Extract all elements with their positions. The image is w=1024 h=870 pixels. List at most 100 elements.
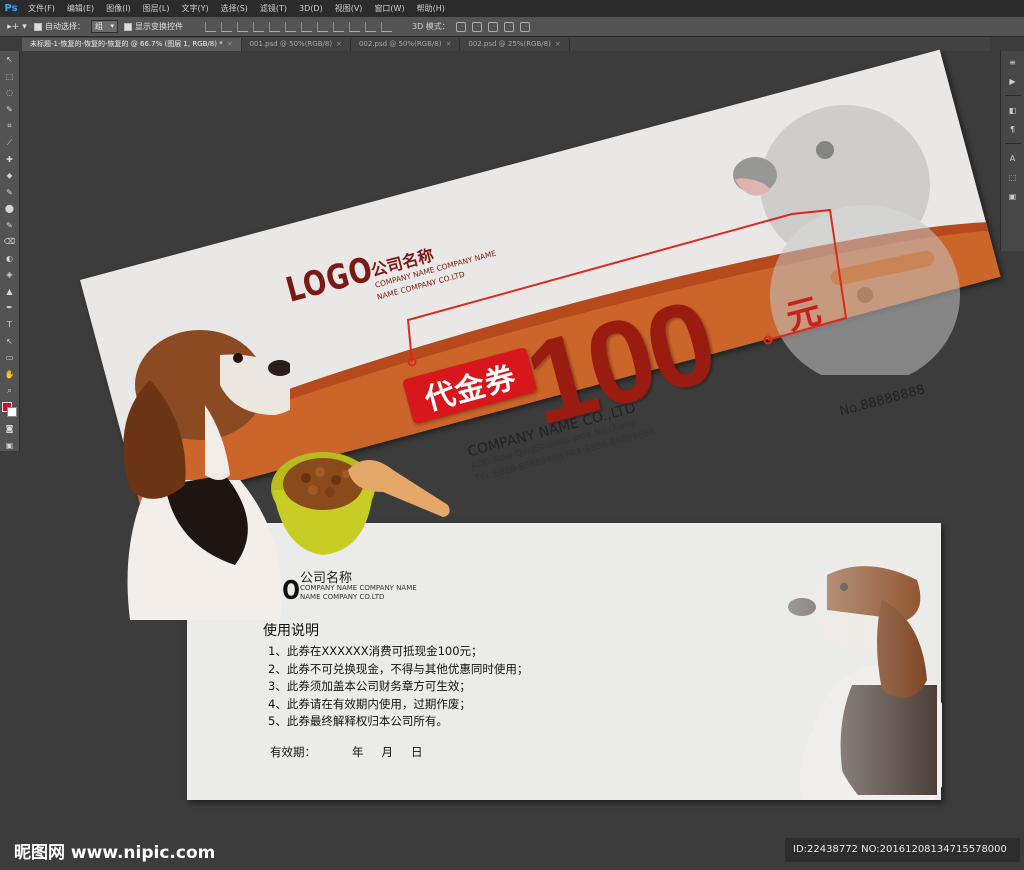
menu-view[interactable]: 视图(V) [329,3,369,14]
auto-select-label: 自动选择： [45,22,85,31]
distribute-bottom-icon[interactable] [333,21,344,32]
tab-document-2[interactable]: 001.psd @ 50%(RGB/8) × [242,38,351,51]
show-transform-checkbox[interactable]: 显示变换控件 [124,21,183,32]
tab-document-4[interactable]: 002.psd @ 25%(RGB/8) × [460,38,570,51]
validity-year: 年 [352,745,364,759]
menu-edit[interactable]: 编辑(E) [61,3,100,14]
quick-mask-icon[interactable]: ◙ [3,424,17,435]
pen-tool-icon[interactable]: ▲ [3,287,17,298]
hand-tool-icon[interactable]: ✋ [3,369,17,380]
move-tool-preset-icon[interactable]: ▸+ ▾ [6,20,28,34]
right-panel-dock: ≡ ▶ ◧ ¶ A ⬚ ▣ [1000,51,1024,251]
distribute-top-icon[interactable] [301,21,312,32]
history-brush-tool-icon[interactable]: ⬤ [3,204,17,215]
path-select-tool-icon[interactable]: ↖ [3,336,17,347]
rule-item: 3、此券须加盖本公司财务章方可生效； [268,679,471,693]
back-company-name-en-2: NAME COMPANY CO.LTD [300,593,385,601]
quick-select-tool-icon[interactable]: ✎ [3,105,17,116]
distribute-center-icon[interactable] [365,21,376,32]
close-icon[interactable]: × [227,40,233,48]
stamp-tool-icon[interactable]: ✎ [3,187,17,198]
distribute-left-icon[interactable] [349,21,360,32]
close-icon[interactable]: × [445,40,451,48]
align-right-icon[interactable] [285,21,296,32]
distribute-right-icon[interactable] [381,21,392,32]
screen-mode-icon[interactable]: ▣ [3,440,17,451]
menu-type[interactable]: 文字(Y) [175,3,214,14]
background-color[interactable] [6,407,17,418]
panel-divider [1004,95,1021,96]
crop-tool-icon[interactable]: ⌗ [3,121,17,132]
align-left-icon[interactable] [253,21,264,32]
eraser-tool-icon[interactable]: ✎ [3,220,17,231]
tab-label: 001.psd @ 50%(RGB/8) [249,40,333,48]
properties-icon[interactable]: ▣ [1007,191,1019,201]
marquee-tool-icon[interactable]: ⬚ [3,72,17,83]
play-icon[interactable]: ▶ [1007,76,1019,86]
type-tool-icon[interactable]: T [3,320,17,331]
character-icon[interactable]: A [1007,153,1019,163]
zoom-tool-icon[interactable]: ⌕ [3,386,17,397]
close-icon[interactable]: × [336,40,342,48]
distribute-middle-icon[interactable] [317,21,328,32]
validity-label: 有效期： [270,745,316,759]
align-top-icon[interactable] [205,21,216,32]
menu-select[interactable]: 选择(S) [215,3,254,14]
rule-item: 2、此券不可兑换现金，不得与其他优惠同时使用； [268,661,529,676]
menu-help[interactable]: 帮助(H) [411,3,451,14]
panel-divider [1004,143,1021,144]
drag-3d-icon[interactable] [487,21,498,32]
scale-3d-icon[interactable] [519,21,530,32]
close-icon[interactable]: × [555,40,561,48]
photoshop-window: Ps 文件(F) 编辑(E) 图像(I) 图层(L) 文字(Y) 选择(S) 滤… [0,0,1024,870]
eyedropper-tool-icon[interactable]: ⟋ [3,138,17,149]
slide-3d-icon[interactable] [503,21,514,32]
lasso-tool-icon[interactable]: ◌ [3,88,17,99]
image-id-watermark: ID:22438772 NO:20161208134715578000 [793,844,1007,855]
menu-3d[interactable]: 3D(D) [293,4,329,13]
validity-month: 月 [381,745,394,759]
document-tabs: 未标题-1-恢复的-恢复的-恢复的 @ 66.7% (图层 1, RGB/8) … [22,37,990,51]
align-center-icon[interactable] [269,21,280,32]
brush-tool-icon[interactable]: ⬥ [3,171,17,182]
auto-select-dropdown[interactable]: 组 [91,20,118,33]
options-bar: ▸+ ▾ 自动选择： 组 显示变换控件 3D 模式： [0,17,1024,37]
color-swatches[interactable] [1,402,18,418]
layers-icon[interactable]: ◧ [1007,105,1019,115]
align-middle-icon[interactable] [221,21,232,32]
menu-bar: Ps 文件(F) 编辑(E) 图像(I) 图层(L) 文字(Y) 选择(S) 滤… [0,0,1024,17]
tab-label: 002.psd @ 25%(RGB/8) [468,40,551,48]
gradient-tool-icon[interactable]: ⌫ [3,237,17,248]
auto-select-checkbox[interactable]: 自动选择： [34,21,85,32]
tab-label: 002.psd @ 50%(RGB/8) [358,40,442,48]
dodge-tool-icon[interactable]: ◈ [3,270,17,281]
menu-file[interactable]: 文件(F) [22,3,61,14]
menu-filter[interactable]: 滤镜(T) [254,3,293,14]
panel-menu-icon[interactable]: ≡ [1007,57,1019,67]
checkbox-icon [124,22,132,31]
tab-document-1[interactable]: 未标题-1-恢复的-恢复的-恢复的 @ 66.7% (图层 1, RGB/8) … [22,38,242,51]
pen-alt-tool-icon[interactable]: ✒ [3,303,17,314]
paragraph-icon[interactable]: ¶ [1007,124,1019,134]
roll-3d-icon[interactable] [471,21,482,32]
checkbox-icon [34,22,42,31]
menu-image[interactable]: 图像(I) [100,3,137,14]
usage-rules-list: 1、此券在XXXXXX消费可抵现金100元； 2、此券不可兑换现金，不得与其他优… [268,643,528,731]
back-company-name-en-1: COMPANY NAME COMPANY NAME [300,584,417,592]
tab-document-3[interactable]: 002.psd @ 50%(RGB/8) × [351,38,461,51]
app-logo: Ps [4,3,18,14]
align-bottom-icon[interactable] [237,21,248,32]
shape-tool-icon[interactable]: ▭ [3,353,17,364]
beagle-photo-front [123,330,290,620]
rule-item: 1、此券在XXXXXX消费可抵现金100元； [268,644,483,658]
move-tool-icon[interactable]: ↖ [3,55,17,66]
healing-tool-icon[interactable]: ✚ [3,154,17,165]
glyphs-icon[interactable]: ⬚ [1007,172,1019,182]
rotate-3d-icon[interactable] [455,21,466,32]
menu-window[interactable]: 窗口(W) [368,3,410,14]
tab-label: 未标题-1-恢复的-恢复的-恢复的 @ 66.7% (图层 1, RGB/8) … [30,40,223,48]
blur-tool-icon[interactable]: ◐ [3,254,17,265]
menu-layer[interactable]: 图层(L) [137,3,176,14]
usage-instructions-title: 使用说明 [263,623,319,639]
validity-day: 日 [411,745,423,759]
